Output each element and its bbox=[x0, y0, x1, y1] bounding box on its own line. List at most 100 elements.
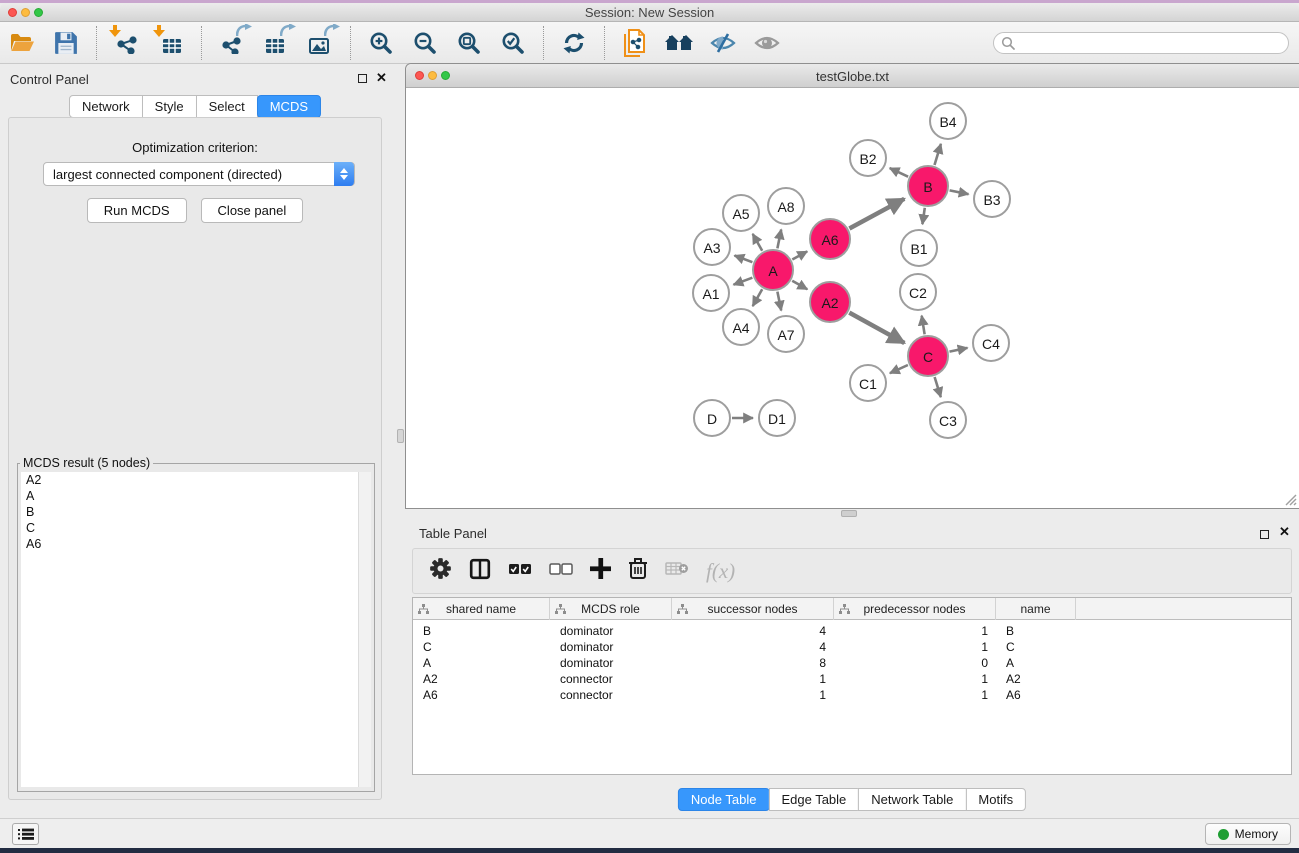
graph-edge-A-A6[interactable] bbox=[792, 251, 807, 259]
tab-network[interactable]: Network bbox=[69, 95, 143, 118]
table-cell[interactable]: 1 bbox=[672, 672, 834, 688]
graph-node-B2[interactable]: B2 bbox=[850, 140, 886, 176]
hide-details-button[interactable] bbox=[707, 27, 739, 59]
deselect-all-button[interactable] bbox=[549, 562, 573, 581]
result-item-a6[interactable]: A6 bbox=[21, 536, 358, 552]
result-item-b[interactable]: B bbox=[21, 504, 358, 520]
graph-node-A6[interactable]: A6 bbox=[810, 219, 850, 259]
graph-node-C2[interactable]: C2 bbox=[900, 274, 936, 310]
table-cell[interactable]: dominator bbox=[550, 656, 672, 672]
table-cell[interactable]: B bbox=[413, 624, 550, 640]
table-cell[interactable]: 1 bbox=[834, 688, 996, 704]
column-view-button[interactable] bbox=[469, 558, 491, 585]
column-header-predecessor-nodes[interactable]: predecessor nodes bbox=[834, 598, 996, 620]
graph-edge-B-B4[interactable] bbox=[935, 144, 941, 165]
table-cell[interactable]: A2 bbox=[996, 672, 1076, 688]
table-cell[interactable]: 1 bbox=[834, 624, 996, 640]
table-row-a2[interactable]: A2connector11A2 bbox=[413, 672, 1291, 688]
graph-node-B[interactable]: B bbox=[908, 166, 948, 206]
import-table-button[interactable] bbox=[155, 27, 187, 59]
graph-node-B1[interactable]: B1 bbox=[901, 230, 937, 266]
network-window-titlebar[interactable]: testGlobe.txt bbox=[406, 64, 1299, 88]
network-canvas[interactable]: B4B2BB3A5A8A6B1A3AA1C2A4A7A2C4CC1C3DD1 bbox=[406, 88, 1299, 508]
graph-edge-A-A1[interactable] bbox=[734, 278, 753, 285]
zoom-out-button[interactable] bbox=[409, 27, 441, 59]
memory-button[interactable]: Memory bbox=[1205, 823, 1291, 845]
result-item-a[interactable]: A bbox=[21, 488, 358, 504]
table-cell[interactable]: C bbox=[996, 640, 1076, 656]
table-cell[interactable]: B bbox=[996, 624, 1076, 640]
table-cell[interactable]: 1 bbox=[834, 640, 996, 656]
delete-table-button[interactable] bbox=[665, 560, 689, 582]
graph-node-C3[interactable]: C3 bbox=[930, 402, 966, 438]
table-cell[interactable]: A bbox=[413, 656, 550, 672]
export-network-button[interactable] bbox=[216, 27, 248, 59]
home-button[interactable] bbox=[663, 27, 695, 59]
close-panel-button-mcds[interactable]: Close panel bbox=[201, 198, 304, 223]
graph-edge-A-A3[interactable] bbox=[735, 256, 753, 263]
settings-gear-button[interactable] bbox=[429, 557, 452, 585]
graph-node-B3[interactable]: B3 bbox=[974, 181, 1010, 217]
result-item-c[interactable]: C bbox=[21, 520, 358, 536]
task-history-button[interactable] bbox=[12, 823, 39, 845]
result-scrollbar[interactable] bbox=[358, 472, 371, 787]
column-header-shared-name[interactable]: shared name bbox=[413, 598, 550, 620]
table-cell[interactable]: C bbox=[413, 640, 550, 656]
column-header-successor-nodes[interactable]: successor nodes bbox=[672, 598, 834, 620]
table-cell[interactable]: A6 bbox=[413, 688, 550, 704]
table-row-c[interactable]: Cdominator41C bbox=[413, 640, 1291, 656]
table-row-a[interactable]: Adominator80A bbox=[413, 656, 1291, 672]
graph-node-A3[interactable]: A3 bbox=[694, 229, 730, 265]
open-session-button[interactable] bbox=[6, 27, 38, 59]
graph-edge-B-B3[interactable] bbox=[950, 190, 969, 194]
refresh-button[interactable] bbox=[558, 27, 590, 59]
tab-motifs[interactable]: Motifs bbox=[965, 788, 1026, 811]
table-cell[interactable]: connector bbox=[550, 672, 672, 688]
tab-mcds[interactable]: MCDS bbox=[257, 95, 321, 118]
close-panel-button[interactable]: ✕ bbox=[376, 70, 387, 86]
import-network-button[interactable] bbox=[111, 27, 143, 59]
graph-edge-C-C1[interactable] bbox=[890, 365, 908, 373]
zoom-in-button[interactable] bbox=[365, 27, 397, 59]
delete-column-button[interactable] bbox=[628, 557, 648, 585]
graph-edge-A-A4[interactable] bbox=[753, 289, 763, 306]
show-details-button[interactable] bbox=[751, 27, 783, 59]
table-cell[interactable]: A2 bbox=[413, 672, 550, 688]
export-image-button[interactable] bbox=[304, 27, 336, 59]
graph-node-C[interactable]: C bbox=[908, 336, 948, 376]
select-all-button[interactable] bbox=[508, 562, 532, 581]
table-cell[interactable]: 8 bbox=[672, 656, 834, 672]
graph-node-A5[interactable]: A5 bbox=[723, 195, 759, 231]
float-table-panel-button[interactable] bbox=[1260, 528, 1269, 542]
tab-node-table[interactable]: Node Table bbox=[678, 788, 770, 811]
graph-node-D1[interactable]: D1 bbox=[759, 400, 795, 436]
table-cell[interactable]: A bbox=[996, 656, 1076, 672]
graph-edge-A6-B[interactable] bbox=[849, 199, 904, 229]
graph-node-C4[interactable]: C4 bbox=[973, 325, 1009, 361]
export-table-button[interactable] bbox=[260, 27, 292, 59]
graph-edge-C-C2[interactable] bbox=[922, 316, 925, 335]
graph-edge-A2-C[interactable] bbox=[849, 313, 904, 343]
table-cell[interactable]: 1 bbox=[834, 672, 996, 688]
vertical-splitter-handle[interactable] bbox=[397, 429, 404, 443]
close-table-panel-button[interactable]: ✕ bbox=[1279, 524, 1290, 540]
graph-edge-A-A5[interactable] bbox=[753, 234, 763, 251]
graph-edge-C-C3[interactable] bbox=[935, 377, 941, 397]
table-row-b[interactable]: Bdominator41B bbox=[413, 624, 1291, 640]
graph-node-A7[interactable]: A7 bbox=[768, 316, 804, 352]
float-panel-button[interactable] bbox=[358, 72, 367, 86]
tab-edge-table[interactable]: Edge Table bbox=[768, 788, 859, 811]
zoom-fit-button[interactable] bbox=[453, 27, 485, 59]
table-row-a6[interactable]: A6connector11A6 bbox=[413, 688, 1291, 704]
graph-node-A4[interactable]: A4 bbox=[723, 309, 759, 345]
table-cell[interactable]: dominator bbox=[550, 640, 672, 656]
tab-select[interactable]: Select bbox=[196, 95, 258, 118]
horizontal-splitter-handle[interactable] bbox=[841, 510, 857, 517]
graph-edge-A-A8[interactable] bbox=[777, 230, 781, 249]
graph-node-A1[interactable]: A1 bbox=[693, 275, 729, 311]
result-item-a2[interactable]: A2 bbox=[21, 472, 358, 488]
tab-style[interactable]: Style bbox=[142, 95, 197, 118]
run-mcds-button[interactable]: Run MCDS bbox=[87, 198, 187, 223]
graph-edge-B-B1[interactable] bbox=[922, 208, 924, 224]
zoom-selected-button[interactable] bbox=[497, 27, 529, 59]
